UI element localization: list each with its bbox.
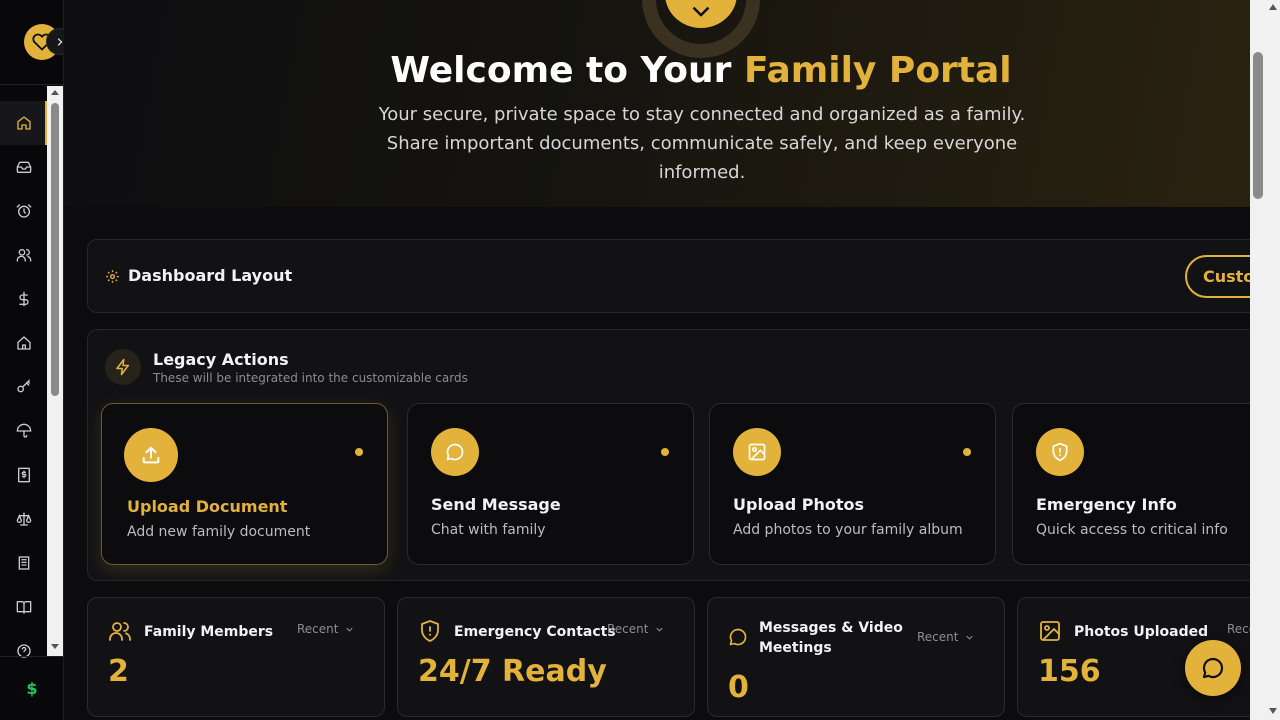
- status-dot: [963, 448, 971, 456]
- action-description: Quick access to critical info: [1036, 522, 1228, 538]
- dollar-sign-icon: $: [26, 679, 38, 698]
- message-icon: [729, 628, 747, 646]
- house-icon: [17, 336, 31, 350]
- stat-filter-value: Recent: [1227, 622, 1250, 636]
- action-description: Add new family document: [127, 524, 311, 540]
- emergency-info-card[interactable]: Emergency Info Quick access to critical …: [1012, 403, 1250, 565]
- page-title: Welcome to Your Family Portal: [390, 50, 1012, 91]
- chevron-down-icon: [966, 635, 974, 640]
- sidebar-item-finances[interactable]: [0, 277, 48, 321]
- alarm-icon: [16, 204, 32, 218]
- sidebar-scroll-up-icon[interactable]: [51, 90, 59, 95]
- sidebar-divider: [0, 84, 64, 85]
- stat-filter-value: Recent: [917, 630, 959, 644]
- sidebar-item-guides[interactable]: [0, 585, 48, 629]
- shield-alert-icon: [421, 620, 439, 642]
- scale-icon: [16, 512, 32, 526]
- hero-banner: Welcome to Your Family Portal Your secur…: [64, 0, 1250, 207]
- stat-label: Messages & Video Meetings: [759, 620, 903, 656]
- stat-label: Emergency Contacts: [454, 624, 616, 640]
- action-title: Send Message: [431, 495, 561, 514]
- sidebar-bottom[interactable]: $: [0, 656, 64, 720]
- stat-value: 156: [1038, 654, 1101, 689]
- send-message-card[interactable]: Send Message Chat with family: [407, 403, 694, 565]
- stat-label: Photos Uploaded: [1074, 624, 1209, 640]
- legacy-actions-subtitle: These will be integrated into the custom…: [153, 371, 468, 385]
- stat-filter-dropdown[interactable]: Recent: [607, 622, 665, 636]
- page-scrollbar-thumb[interactable]: [1253, 52, 1263, 199]
- page-scroll-down-icon[interactable]: [1269, 708, 1277, 714]
- stat-filter-dropdown[interactable]: Recent: [917, 630, 975, 644]
- stat-card-emergency-contacts[interactable]: Emergency Contacts Recent 24/7 Ready: [397, 597, 695, 717]
- upload-icon: [124, 428, 178, 482]
- sidebar-item-insurance[interactable]: [0, 409, 48, 453]
- umbrella-icon: [16, 423, 32, 438]
- inbox-icon: [16, 161, 32, 173]
- dashboard-layout-bar: Dashboard Layout Customize: [87, 239, 1250, 313]
- shield-icon: [1036, 428, 1084, 476]
- sidebar-scroll-down-icon[interactable]: [51, 644, 59, 649]
- chat-button[interactable]: [1185, 640, 1241, 696]
- sidebar: $: [0, 0, 73, 720]
- image-icon: [1040, 621, 1060, 641]
- stat-filter-dropdown[interactable]: Recent: [297, 622, 355, 636]
- upload-document-card[interactable]: Upload Document Add new family document: [101, 403, 388, 565]
- stat-value: 24/7 Ready: [418, 654, 607, 689]
- chevron-down-icon: [656, 627, 664, 632]
- chevron-down-icon: [346, 627, 354, 632]
- dollar-icon: [19, 291, 29, 307]
- lightning-icon: [105, 349, 141, 385]
- sidebar-item-property[interactable]: [0, 321, 48, 365]
- sidebar-item-family[interactable]: [0, 233, 48, 277]
- status-dot: [355, 448, 363, 456]
- page-subtitle: Your secure, private space to stay conne…: [378, 104, 1026, 183]
- dashboard-layout-title: Dashboard Layout: [128, 266, 293, 285]
- stat-filter-dropdown[interactable]: Recent: [1227, 622, 1250, 636]
- sidebar-scrollbar-thumb[interactable]: [51, 103, 59, 396]
- main-content: Welcome to Your Family Portal Your secur…: [64, 0, 1250, 720]
- sidebar-item-passwords[interactable]: [0, 365, 48, 409]
- status-dot: [661, 448, 669, 456]
- key-icon: [17, 379, 30, 393]
- users-icon: [109, 622, 131, 641]
- stat-card-messages[interactable]: Messages & Video Meetings Recent 0: [707, 597, 1005, 717]
- home-icon: [17, 116, 31, 130]
- book-icon: [16, 601, 32, 614]
- image-icon: [733, 428, 781, 476]
- customize-button[interactable]: Customize: [1185, 255, 1250, 298]
- sidebar-nav: [0, 101, 48, 673]
- stat-value: 2: [108, 654, 129, 689]
- receipt-icon: [18, 467, 30, 483]
- action-title: Emergency Info: [1036, 495, 1177, 514]
- action-description: Chat with family: [431, 522, 546, 538]
- upload-photos-card[interactable]: Upload Photos Add photos to your family …: [709, 403, 996, 565]
- page-scroll-up-icon[interactable]: [1269, 4, 1277, 10]
- sidebar-item-bills[interactable]: [0, 453, 48, 497]
- action-description: Add photos to your family album: [733, 522, 963, 538]
- sidebar-item-accounts[interactable]: [0, 541, 48, 585]
- message-icon: [431, 428, 479, 476]
- sidebar-item-inbox[interactable]: [0, 145, 48, 189]
- gear-icon: [106, 270, 119, 283]
- stat-card-family-members[interactable]: Family Members Recent 2: [87, 597, 385, 717]
- stat-filter-value: Recent: [607, 622, 649, 636]
- stat-filter-value: Recent: [297, 622, 339, 636]
- chat-icon: [1202, 657, 1224, 679]
- users-icon: [16, 249, 32, 262]
- legacy-actions-panel: Legacy Actions These will be integrated …: [87, 329, 1250, 581]
- action-title: Upload Document: [127, 497, 288, 516]
- legacy-actions-title: Legacy Actions: [153, 350, 289, 369]
- bank-icon: [18, 556, 30, 570]
- sidebar-item-legal[interactable]: [0, 497, 48, 541]
- action-title: Upload Photos: [733, 495, 865, 514]
- stat-label: Family Members: [144, 624, 274, 640]
- sidebar-item-home[interactable]: [0, 101, 48, 145]
- stat-value: 0: [728, 670, 749, 705]
- sidebar-item-reminders[interactable]: [0, 189, 48, 233]
